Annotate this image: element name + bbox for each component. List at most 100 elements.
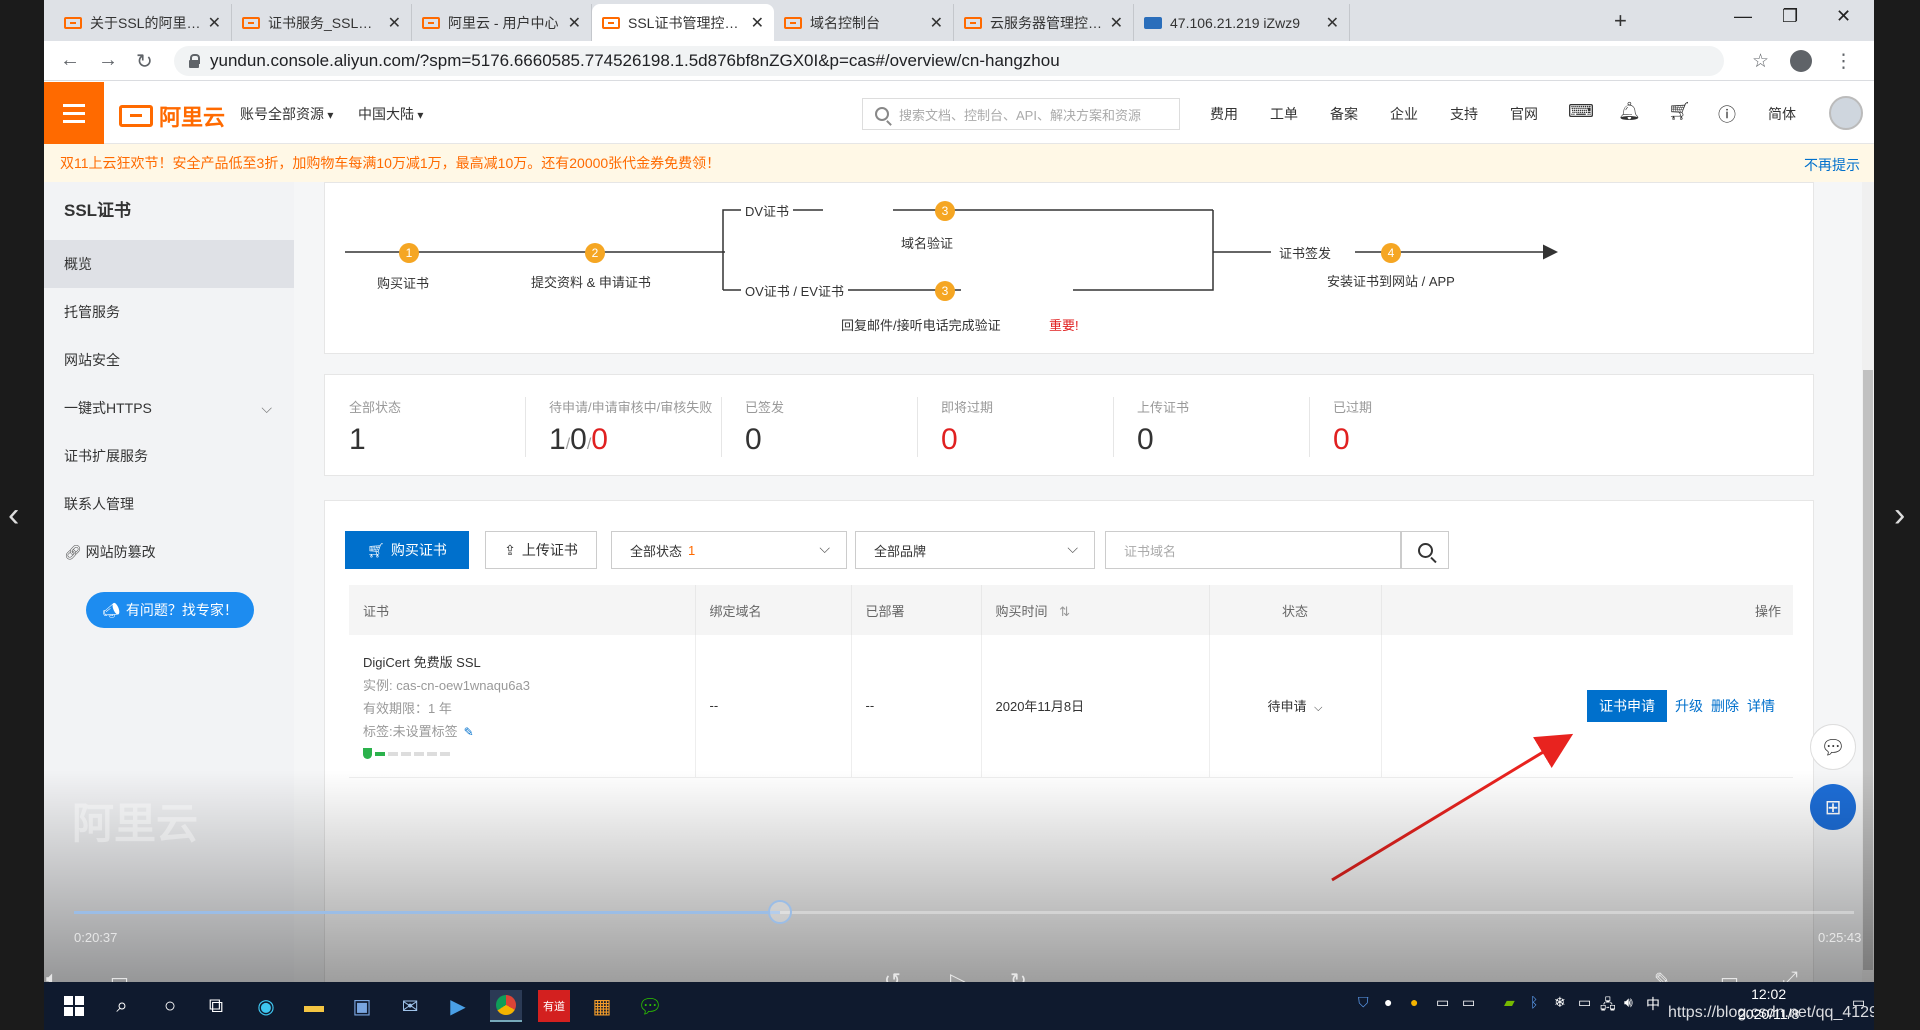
browser-tab[interactable]: 关于SSL的阿里云网站 ✕ <box>54 4 232 41</box>
detail-link[interactable]: 详情 <box>1747 696 1775 716</box>
bookmark-star-icon[interactable]: ☆ <box>1752 50 1769 73</box>
search-button[interactable] <box>1401 531 1449 569</box>
file-explorer-icon[interactable]: ▬ <box>298 990 330 1022</box>
sidebar-item-overview[interactable]: 概览 <box>44 240 294 288</box>
delete-link[interactable]: 删除 <box>1711 696 1739 716</box>
bell-icon[interactable]: 🔔︎ <box>1618 101 1641 122</box>
volume-icon[interactable]: 🔊︎ <box>1624 994 1633 1011</box>
next-slide-arrow-icon[interactable]: › <box>1894 496 1905 535</box>
sidebar-item-contacts[interactable]: 联系人管理 <box>44 480 294 528</box>
reload-icon[interactable]: ↻ <box>136 49 153 74</box>
stat-expired[interactable]: 已过期 0 <box>1309 375 1549 477</box>
windows-start-icon[interactable] <box>58 990 90 1022</box>
url-field[interactable]: yundun.console.aliyun.com/?spm=5176.6660… <box>174 46 1724 76</box>
apply-cert-button[interactable]: 证书申请 <box>1587 689 1667 722</box>
wechat-icon[interactable]: 💬︎ <box>634 990 666 1022</box>
col-purchase-time[interactable]: 购买时间 ⇅ <box>981 585 1210 635</box>
account-resource-select[interactable]: 账号全部资源 <box>240 104 333 124</box>
ime-icon[interactable]: 中 <box>1646 994 1660 1014</box>
browser-tab[interactable]: 证书服务_SSL数字证书 ✕ <box>232 4 412 41</box>
snowflake-icon[interactable]: ❄ <box>1554 994 1566 1011</box>
nav-icp[interactable]: 备案 <box>1330 104 1358 124</box>
browser-tab[interactable]: 域名控制台 ✕ <box>774 4 954 41</box>
close-icon[interactable]: ✕ <box>208 13 221 33</box>
presentation-app-icon[interactable]: ▦ <box>586 990 618 1022</box>
tray-window-icon[interactable]: ▭ <box>1462 994 1475 1011</box>
nav-official-site[interactable]: 官网 <box>1510 104 1538 124</box>
close-icon[interactable]: ✕ <box>568 13 581 33</box>
menu-icon[interactable] <box>44 82 104 144</box>
language-select[interactable]: 简体 <box>1768 104 1796 124</box>
close-icon[interactable]: ✕ <box>930 13 943 33</box>
edge-browser-icon[interactable]: ◉ <box>250 990 282 1022</box>
back-arrow-icon[interactable]: ← <box>60 49 80 72</box>
forward-arrow-icon[interactable]: → <box>98 49 118 72</box>
network-icon[interactable]: 🖧︎ <box>1600 994 1616 1018</box>
browser-tab-active[interactable]: SSL证书管理控制台 ✕ <box>592 4 774 41</box>
bluetooth-icon[interactable]: ᛒ <box>1530 994 1538 1010</box>
dismiss-notice-link[interactable]: 不再提示 <box>1804 155 1860 175</box>
minimize-icon[interactable]: — <box>1734 6 1752 27</box>
defender-icon[interactable]: ⛉ <box>1358 994 1369 1011</box>
shield-icon <box>363 748 372 760</box>
powershell-icon[interactable]: ▶ <box>442 990 474 1022</box>
url-text: yundun.console.aliyun.com/?spm=5176.6660… <box>210 51 1060 70</box>
console-header: 阿里云 账号全部资源 中国大陆 搜索文档、控制台、API、解决方案和资源 费用 … <box>44 82 1874 144</box>
sidebar-item-managed-service[interactable]: 托管服务 <box>44 288 294 336</box>
search-icon[interactable]: ⌕ <box>106 990 138 1022</box>
browser-tab[interactable]: 云服务器管理控制台 ✕ <box>954 4 1134 41</box>
status-cell[interactable]: 待申请 ⌵ <box>1209 635 1382 778</box>
nav-enterprise[interactable]: 企业 <box>1390 104 1418 124</box>
nav-tickets[interactable]: 工单 <box>1270 104 1298 124</box>
edit-tag-icon[interactable]: ✎ <box>464 725 474 739</box>
cert-domain-input[interactable]: 证书域名 <box>1105 531 1401 569</box>
aliyun-logo[interactable]: 阿里云 <box>119 100 225 132</box>
browser-menu-icon[interactable]: ⋮ <box>1834 50 1853 73</box>
close-icon[interactable]: ✕ <box>1326 13 1339 33</box>
close-icon[interactable]: ✕ <box>751 13 764 33</box>
tray-app-icon[interactable]: ● <box>1384 994 1392 1010</box>
task-view-icon[interactable]: ⧉ <box>200 990 232 1022</box>
video-progress-handle[interactable] <box>767 900 792 924</box>
status-filter-select[interactable]: 全部状态 1 ⌵ <box>611 531 847 569</box>
sidebar-item-anti-tamper[interactable]: 🔗︎ 网站防篡改 <box>44 528 294 576</box>
nav-fees[interactable]: 费用 <box>1210 104 1238 124</box>
tray-app-icon[interactable]: ● <box>1410 994 1418 1010</box>
browser-tab[interactable]: 47.106.21.219 iZwz9 ✕ <box>1134 4 1350 41</box>
buy-cert-button[interactable]: 🛒︎ 购买证书 <box>345 531 469 569</box>
terminal-icon[interactable]: ⌨ <box>1568 101 1594 122</box>
cart-icon[interactable]: 🛒︎ <box>1668 101 1691 122</box>
tray-window-icon[interactable]: ▭ <box>1436 994 1449 1011</box>
profile-icon[interactable] <box>1790 50 1812 78</box>
store-icon[interactable]: ▣ <box>346 990 378 1022</box>
chat-float-button[interactable]: 💬︎ <box>1810 724 1856 770</box>
mail-icon[interactable]: ✉ <box>394 990 426 1022</box>
nvidia-icon[interactable]: ▰ <box>1504 994 1515 1011</box>
sidebar-item-cert-extension[interactable]: 证书扩展服务 <box>44 432 294 480</box>
console-search-input[interactable]: 搜索文档、控制台、API、解决方案和资源 <box>862 98 1180 130</box>
close-window-icon[interactable]: ✕ <box>1836 6 1851 27</box>
close-icon[interactable]: ✕ <box>388 13 401 33</box>
close-icon[interactable]: ✕ <box>1110 13 1123 33</box>
user-avatar[interactable] <box>1829 96 1863 130</box>
sort-icon[interactable]: ⇅ <box>1059 604 1070 619</box>
youdao-icon[interactable]: 有道 <box>538 990 570 1022</box>
browser-tab[interactable]: 阿里云 - 用户中心 ✕ <box>412 4 592 41</box>
ask-expert-button[interactable]: 📣︎ 有问题？找专家！ <box>86 592 254 628</box>
sidebar-item-site-security[interactable]: 网站安全 <box>44 336 294 384</box>
prev-slide-arrow-icon[interactable]: ‹ <box>8 496 19 535</box>
notification-icon[interactable]: ▭ <box>1852 994 1865 1011</box>
battery-icon[interactable]: ▭ <box>1578 994 1591 1011</box>
nav-support[interactable]: 支持 <box>1450 104 1478 124</box>
chrome-icon[interactable] <box>490 990 522 1022</box>
region-select[interactable]: 中国大陆 <box>358 104 423 124</box>
help-icon[interactable]: ⓘ <box>1718 101 1736 127</box>
aliyun-favicon-icon <box>784 16 802 29</box>
brand-filter-select[interactable]: 全部品牌 ⌵ <box>855 531 1095 569</box>
upload-cert-button[interactable]: ⇪ 上传证书 <box>485 531 597 569</box>
maximize-icon[interactable]: ❐ <box>1782 6 1798 27</box>
new-tab-icon[interactable]: + <box>1614 8 1627 34</box>
cortana-icon[interactable]: ○ <box>154 990 186 1022</box>
sidebar-item-one-click-https[interactable]: 一键式HTTPS ⌵ <box>44 384 294 432</box>
upgrade-link[interactable]: 升级 <box>1675 696 1703 716</box>
